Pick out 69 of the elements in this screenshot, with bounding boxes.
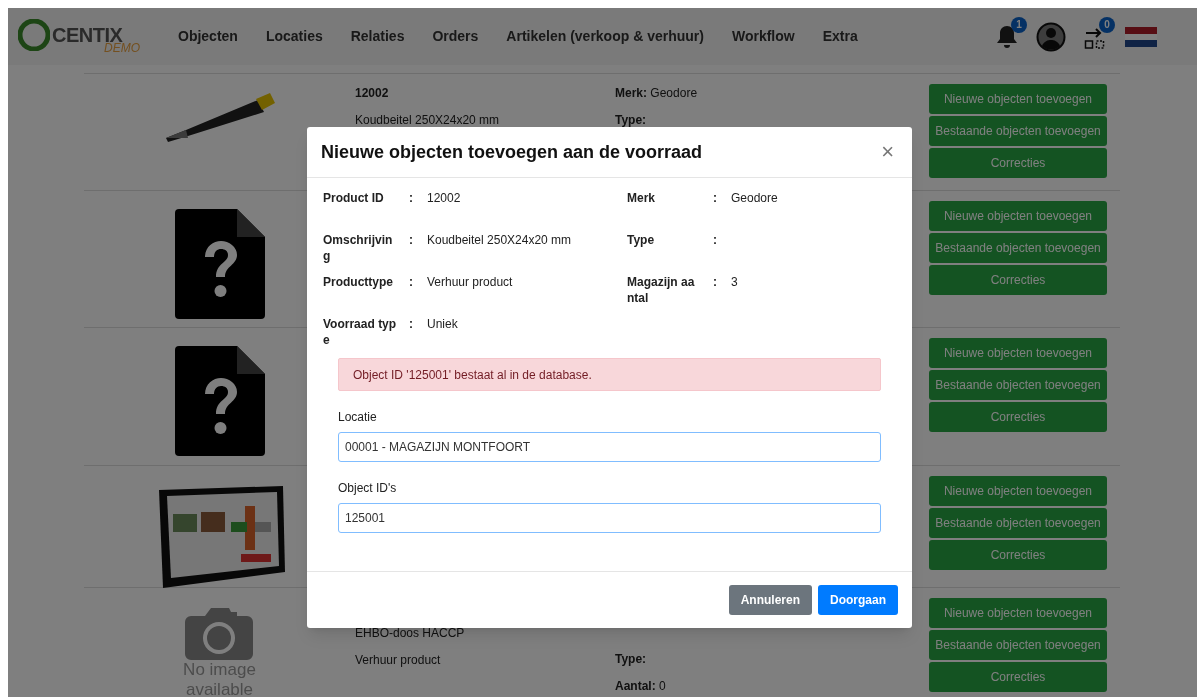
input-field[interactable]: 00001 - MAGAZIJN MONTFOORT bbox=[338, 432, 881, 462]
camera-icon bbox=[185, 606, 254, 660]
action-button[interactable]: Correcties bbox=[929, 402, 1107, 432]
close-button[interactable]: × bbox=[881, 141, 898, 163]
count-badge: 0 bbox=[1099, 16, 1115, 33]
nav-link[interactable]: Artikelen (verkoop & verhuur) bbox=[506, 26, 704, 47]
input-field[interactable]: 125001 bbox=[338, 503, 881, 533]
account-button[interactable] bbox=[1035, 20, 1067, 53]
action-button[interactable]: Nieuwe objecten toevoegen bbox=[929, 201, 1107, 231]
product-attribute: Merk: Geodore bbox=[615, 85, 699, 102]
nav-link[interactable]: Locaties bbox=[265, 26, 323, 47]
detail-colon: : bbox=[408, 232, 414, 249]
bell-icon bbox=[996, 23, 1018, 50]
user-icon bbox=[1036, 21, 1066, 52]
detail-value: Geodore bbox=[731, 190, 779, 207]
count-badge: 1 bbox=[1011, 16, 1027, 33]
action-button[interactable]: Nieuwe objecten toevoegen bbox=[929, 598, 1107, 628]
detail-label: Omschrijving bbox=[323, 232, 394, 265]
detail-value: 3 bbox=[731, 274, 739, 291]
error-alert: Object ID '125001' bestaat al in de database. bbox=[338, 358, 881, 391]
detail-colon: : bbox=[408, 274, 414, 291]
field-label: Locatie bbox=[338, 409, 378, 426]
logo-icon bbox=[18, 18, 50, 51]
product-attribute: Type: bbox=[615, 651, 648, 668]
action-button[interactable]: Nieuwe objecten toevoegen bbox=[929, 84, 1107, 114]
action-button[interactable]: Bestaande objecten toevoegen bbox=[929, 508, 1107, 538]
nav-link[interactable]: Relaties bbox=[350, 26, 405, 47]
nav-link[interactable]: Orders bbox=[432, 26, 479, 47]
action-button[interactable]: Bestaande objecten toevoegen bbox=[929, 630, 1107, 660]
detail-value: Uniek bbox=[427, 316, 459, 333]
nav-link[interactable]: Objecten bbox=[178, 26, 238, 47]
detail-value: Koudbeitel 250X24x20 mm bbox=[427, 232, 573, 249]
action-button[interactable]: Bestaande objecten toevoegen bbox=[929, 233, 1107, 263]
detail-colon: : bbox=[408, 316, 414, 333]
detail-label: Magazijn aantal bbox=[627, 274, 696, 307]
action-button[interactable]: Nieuwe objecten toevoegen bbox=[929, 476, 1107, 506]
detail-colon: : bbox=[712, 274, 718, 291]
detail-label: Voorraad type bbox=[323, 316, 397, 349]
detail-value: 12002 bbox=[427, 190, 462, 207]
product-description: Koudbeitel 250X24x20 mm bbox=[355, 112, 501, 129]
product-description: EHBO-doos HACCP bbox=[355, 625, 466, 642]
detail-label: Producttype bbox=[323, 274, 394, 291]
field-label: Object ID's bbox=[338, 480, 398, 497]
action-button[interactable]: Correcties bbox=[929, 662, 1107, 692]
nav-link[interactable]: Extra bbox=[822, 26, 858, 47]
detail-label: Merk bbox=[627, 190, 656, 207]
nav-link[interactable]: Workflow bbox=[731, 26, 795, 47]
product-code: 12002 bbox=[355, 85, 390, 102]
product-attribute: Aantal: 0 bbox=[615, 678, 667, 695]
action-button[interactable]: Bestaande objecten toevoegen bbox=[929, 370, 1107, 400]
action-button[interactable]: Bestaande objecten toevoegen bbox=[929, 116, 1107, 146]
product-type: Verhuur product bbox=[355, 652, 442, 669]
detail-colon: : bbox=[712, 232, 718, 249]
detail-label: Type bbox=[627, 232, 656, 249]
detail-value: Verhuur product bbox=[427, 274, 514, 291]
unknown-file-icon bbox=[174, 209, 265, 319]
detail-colon: : bbox=[408, 190, 414, 207]
cancel-button[interactable]: Annuleren bbox=[728, 585, 812, 615]
product-attribute: Type: bbox=[615, 112, 648, 129]
continue-button[interactable]: Doorgaan bbox=[818, 585, 898, 615]
action-button[interactable]: Nieuwe objecten toevoegen bbox=[929, 338, 1107, 368]
unknown-file-icon bbox=[174, 346, 265, 456]
detail-colon: : bbox=[712, 190, 718, 207]
detail-label: Product ID bbox=[323, 190, 385, 207]
action-button[interactable]: Correcties bbox=[929, 265, 1107, 295]
dutch-flag-icon bbox=[1125, 26, 1157, 47]
dialog-title: Nieuwe objecten toevoegen aan de voorraad bbox=[321, 140, 703, 164]
action-button[interactable]: Correcties bbox=[929, 540, 1107, 570]
action-button[interactable]: Correcties bbox=[929, 148, 1107, 178]
